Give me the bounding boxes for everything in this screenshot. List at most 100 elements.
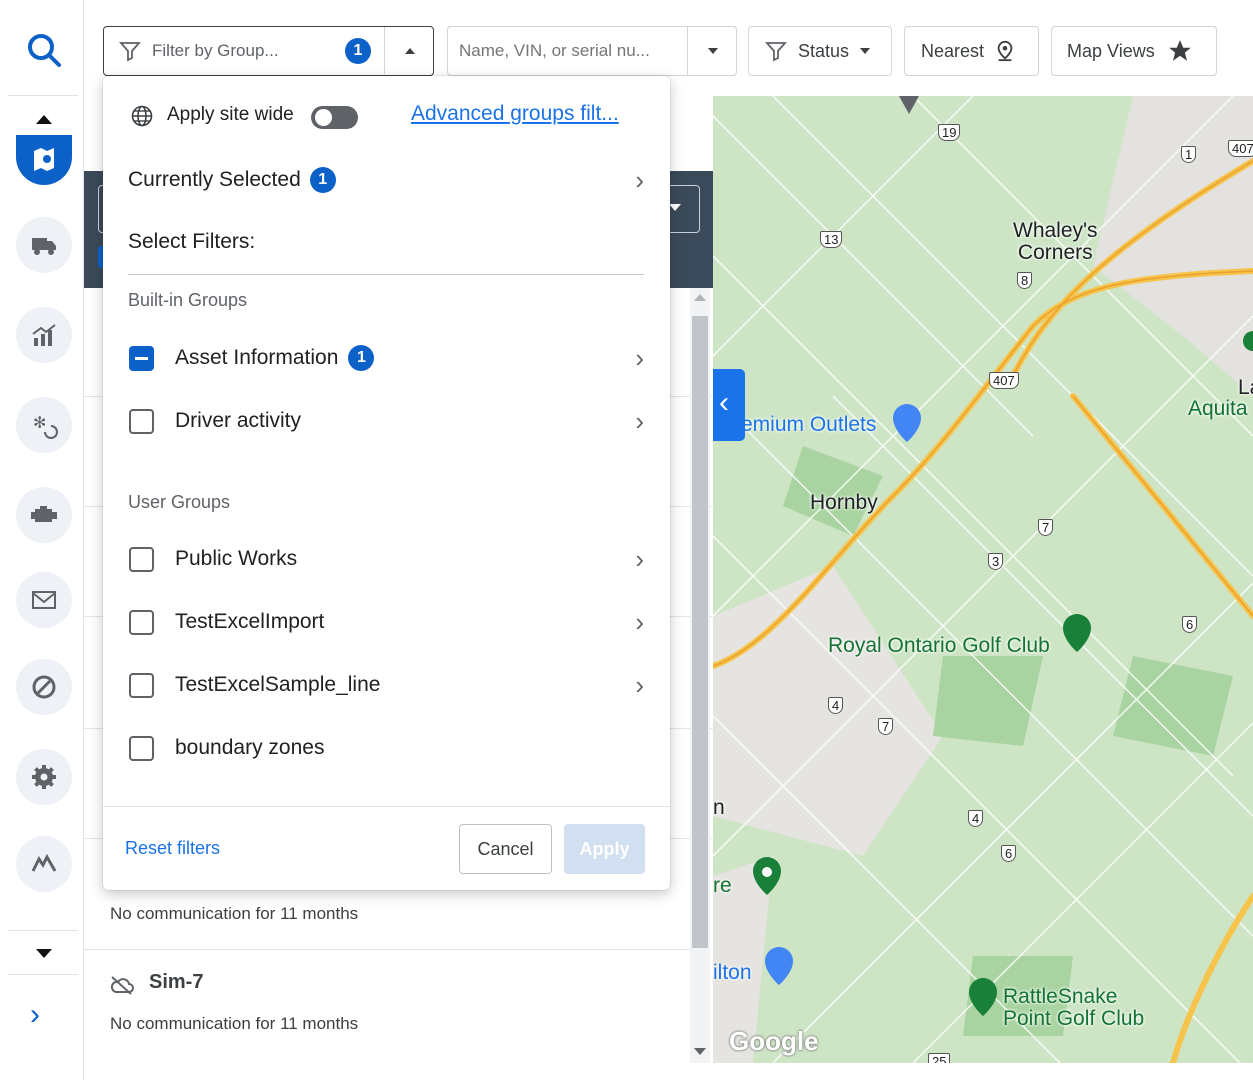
advanced-groups-filter-link[interactable]: Advanced groups filt...	[411, 102, 619, 126]
map-label-hornby: Hornby	[810, 491, 878, 514]
google-logo: Google	[729, 1026, 819, 1056]
road-shield: 407	[989, 372, 1019, 389]
road-shield: 6	[1182, 616, 1198, 633]
sustainability-icon[interactable]: ✻	[16, 397, 72, 453]
reset-filters-link[interactable]: Reset filters	[125, 838, 220, 859]
map-label-re: re	[713, 874, 732, 897]
expand-nav-chevron-icon[interactable]: ›	[30, 1000, 40, 1030]
scroll-down-icon[interactable]	[36, 949, 52, 958]
currently-selected-count-badge: 1	[309, 167, 336, 193]
map-views-button[interactable]: Map Views	[1051, 26, 1217, 76]
group-label: Public Works	[175, 547, 298, 570]
group-filter-count-badge: 1	[345, 38, 371, 64]
group-row-testexcelsample-line[interactable]: TestExcelSample_line ›	[103, 665, 670, 705]
asset-search-field[interactable]	[459, 41, 679, 61]
status-label: Status	[798, 40, 850, 61]
chevron-up-icon	[404, 47, 415, 54]
apply-site-wide-toggle[interactable]	[311, 106, 358, 129]
testexcelimport-checkbox[interactable]	[129, 609, 154, 635]
cancel-button[interactable]: Cancel	[459, 824, 552, 874]
currently-selected-row[interactable]: Currently Selected 1 ›	[103, 160, 670, 200]
select-filters-heading: Select Filters:	[128, 230, 256, 253]
group-filter-input[interactable]: Filter by Group... 1	[103, 26, 434, 76]
group-label: boundary zones	[175, 736, 325, 759]
group-label: Asset Information	[175, 346, 339, 369]
list-item[interactable]: Sim-7 No communication for 11 months	[84, 951, 690, 1059]
messages-icon[interactable]	[16, 572, 72, 628]
group-row-boundary-zones[interactable]: boundary zones	[103, 728, 670, 768]
chevron-right-icon[interactable]: ›	[635, 406, 644, 437]
map-label-rattlesnake-golf: RattleSnake Point Golf Club	[1003, 985, 1145, 1030]
star-icon	[1168, 40, 1191, 61]
map-views-label: Map Views	[1067, 40, 1155, 61]
group-label: TestExcelImport	[175, 610, 325, 633]
map-label-n: n	[713, 796, 725, 819]
map-label-aquita: Aquita	[1188, 397, 1248, 420]
chevron-right-icon: ›	[635, 164, 644, 195]
nearest-button[interactable]: Nearest	[904, 26, 1039, 76]
map-nav-icon[interactable]	[16, 135, 72, 185]
globe-icon	[131, 105, 153, 127]
engine-icon[interactable]	[16, 487, 72, 543]
road-shield: 13	[820, 231, 843, 248]
marketplace-icon[interactable]	[16, 836, 72, 892]
chevron-right-icon[interactable]: ›	[635, 670, 644, 701]
group-filter-panel: Apply site wide Advanced groups filt... …	[103, 76, 670, 890]
scroll-up-icon[interactable]	[36, 115, 52, 124]
apply-site-wide-label: Apply site wide	[167, 104, 294, 125]
chevron-right-icon[interactable]: ›	[635, 607, 644, 638]
rules-icon[interactable]	[16, 659, 72, 715]
public-works-checkbox[interactable]	[129, 546, 154, 572]
group-label: TestExcelSample_line	[175, 673, 381, 696]
road-shield: 25	[928, 1053, 951, 1063]
chevron-right-icon[interactable]: ›	[635, 544, 644, 575]
apply-button[interactable]: Apply	[564, 824, 645, 874]
group-label: Driver activity	[175, 409, 302, 432]
reports-icon[interactable]	[16, 307, 72, 363]
road-shield: 3	[988, 553, 1004, 570]
map-label-whaleys-corners: Whaley's Corners	[1013, 219, 1098, 264]
search-icon[interactable]	[24, 30, 64, 70]
road-shield: 19	[938, 124, 961, 141]
map-label-royal-ontario-golf: Royal Ontario Golf Club	[828, 634, 1050, 657]
road-shield: 8	[1017, 272, 1033, 289]
group-row-asset-information[interactable]: Asset Information 1 ›	[103, 338, 670, 378]
road-shield: 4	[968, 810, 984, 827]
asset-information-checkbox[interactable]	[129, 345, 154, 371]
road-shield: 407	[1228, 140, 1253, 157]
asset-information-count-badge: 1	[348, 345, 375, 371]
group-row-driver-activity[interactable]: Driver activity ›	[103, 401, 670, 441]
list-scrollbar[interactable]	[690, 288, 710, 1063]
road-shield: 7	[1038, 519, 1054, 536]
group-row-public-works[interactable]: Public Works ›	[103, 539, 670, 579]
vehicles-icon[interactable]	[16, 217, 72, 273]
user-groups-header: User Groups	[128, 492, 231, 512]
group-row-testexcelimport[interactable]: TestExcelImport ›	[103, 602, 670, 642]
search-dropdown-button[interactable]	[687, 27, 737, 75]
settings-gear-icon[interactable]	[16, 749, 72, 805]
map-label-outlets: emium Outlets	[741, 413, 877, 436]
group-filter-toggle-button[interactable]	[384, 27, 434, 74]
map-roads	[713, 96, 1253, 1063]
asset-name: Sim-7	[149, 971, 204, 993]
location-pin-icon	[997, 40, 1013, 62]
boundary-zones-checkbox[interactable]	[129, 735, 154, 761]
road-shield: 6	[1001, 845, 1017, 862]
builtin-groups-header: Built-in Groups	[128, 290, 248, 310]
testexcelsample-line-checkbox[interactable]	[129, 672, 154, 698]
driver-activity-checkbox[interactable]	[129, 408, 154, 434]
road-shield: 4	[828, 697, 844, 714]
group-filter-placeholder: Filter by Group...	[152, 41, 279, 60]
filter-icon	[119, 42, 141, 62]
map-view[interactable]: 19 1 407 13 8 407 7 3 6 4 7 4 6 25 Whale…	[713, 96, 1253, 1063]
chevron-down-icon	[860, 48, 871, 54]
currently-selected-label: Currently Selected	[128, 168, 301, 191]
chevron-right-icon[interactable]: ›	[635, 343, 644, 374]
no-connection-cloud-icon	[110, 976, 134, 995]
chevron-down-icon	[707, 48, 718, 54]
list-item-status: No communication for 11 months	[110, 1014, 359, 1033]
collapse-list-button[interactable]: ‹	[713, 369, 745, 441]
status-filter-button[interactable]: Status	[748, 26, 892, 76]
asset-search-input[interactable]	[447, 26, 737, 76]
map-label-ilton: ilton	[713, 961, 752, 984]
